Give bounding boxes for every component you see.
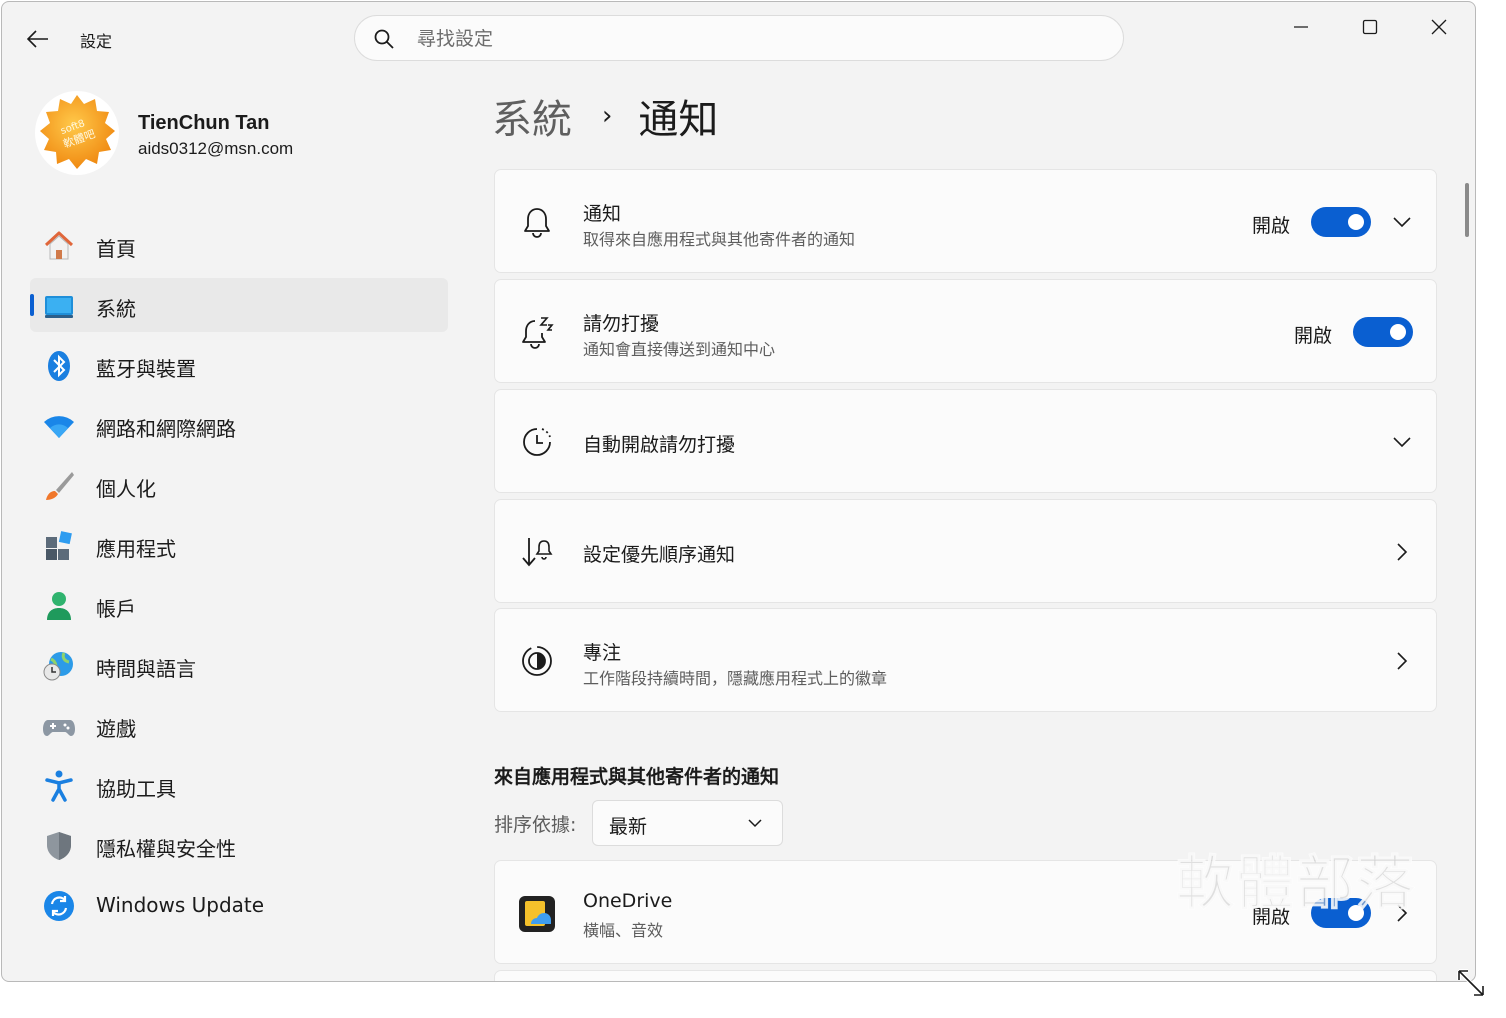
sidebar-item-gaming[interactable]: 遊戲 [30,698,448,752]
minimize-button[interactable] [1278,10,1324,44]
app-notification-row[interactable] [494,970,1437,981]
card-title: 專注 [583,642,622,664]
sidebar-item-label: 個人化 [96,477,156,501]
account-icon [47,592,71,620]
maximize-button[interactable] [1347,10,1393,44]
search-icon [374,29,394,49]
sidebar-item-label: 系統 [96,297,136,321]
focus-icon [522,646,552,676]
app-subtitle: 橫幅、音效 [583,921,664,940]
section-title: 來自應用程式與其他寄件者的通知 [494,766,780,788]
sidebar-item-accessibility[interactable]: 協助工具 [30,758,448,812]
app-title: 設定 [80,32,113,51]
sidebar-item-home[interactable]: 首頁 [30,218,448,272]
sidebar-item-label: 藍牙與裝置 [96,357,196,381]
card-title: 自動開啟請勿打擾 [583,434,736,456]
notifications-toggle[interactable] [1311,207,1371,237]
search-box[interactable] [354,15,1124,61]
sort-value: 最新 [609,816,648,838]
sidebar-item-privacy[interactable]: 隱私權與安全性 [30,818,448,872]
auto-dnd-card[interactable]: 自動開啟請勿打擾 [494,389,1437,493]
sidebar-item-apps[interactable]: 應用程式 [30,518,448,572]
avatar[interactable]: soft8 軟體吧 [35,91,119,175]
breadcrumb: 系統 › 通知 [492,88,718,144]
breadcrumb-separator: › [602,101,613,131]
search-input[interactable] [415,22,1099,56]
selection-indicator [30,294,34,316]
onedrive-app-icon [519,896,555,932]
app-name: OneDrive [583,890,673,912]
sidebar-item-accounts[interactable]: 帳戶 [30,578,448,632]
gamepad-icon [43,720,75,736]
do-not-disturb-card: 請勿打擾 通知會直接傳送到通知中心 開啟 [494,279,1437,383]
priority-sort-icon [522,538,553,567]
apps-icon [46,531,72,560]
card-title: 通知 [583,203,622,225]
sidebar-item-label: 網路和網際網路 [96,417,236,441]
accessibility-icon [45,770,73,802]
card-subtitle: 通知會直接傳送到通知中心 [583,340,776,359]
card-subtitle: 取得來自應用程式與其他寄件者的通知 [583,230,856,249]
user-name: TienChun Tan [138,112,270,134]
sidebar-item-personalization[interactable]: 個人化 [30,458,448,512]
chevron-down-icon [748,819,762,828]
chevron-down-icon[interactable] [1391,211,1413,233]
page-title: 通知 [638,97,719,143]
avatar-badge-icon: soft8 軟體吧 [40,95,115,169]
sidebar-item-label: 首頁 [96,237,136,261]
sidebar-item-label: 時間與語言 [96,657,196,681]
card-title: 設定優先順序通知 [583,544,736,566]
sidebar-item-label: 遊戲 [96,717,136,741]
clock-icon [523,428,551,456]
brush-icon [46,472,74,500]
chevron-down-icon[interactable] [1391,431,1413,453]
maximize-icon [1362,19,1378,35]
card-subtitle: 工作階段持續時間，隱藏應用程式上的徽章 [583,669,888,688]
back-arrow-icon [27,30,48,48]
sidebar-item-label: Windows Update [96,893,265,917]
sidebar-item-network[interactable]: 網路和網際網路 [30,398,448,452]
home-icon [44,231,74,260]
settings-window: 設定 soft8 軟體吧 TienChun Tan aids0312 [1,1,1476,982]
bluetooth-icon [48,351,70,381]
focus-card[interactable]: 專注 工作階段持續時間，隱藏應用程式上的徽章 [494,608,1437,712]
globe-clock-icon [43,652,73,681]
sidebar-item-label: 應用程式 [96,537,176,561]
wifi-icon [44,416,74,438]
scrollbar-thumb[interactable] [1465,183,1469,237]
sidebar-item-label: 帳戶 [96,597,136,621]
resize-cursor-icon [1457,969,1485,997]
priority-notifications-card[interactable]: 設定優先順序通知 [494,499,1437,603]
shield-icon [47,832,71,860]
chevron-right-icon [1397,652,1408,670]
close-button[interactable] [1416,10,1462,44]
watermark-text: 軟體部落 [1175,849,1417,918]
card-title: 請勿打擾 [583,313,660,335]
system-icon [45,296,73,318]
toggle-knob [1348,214,1364,230]
bell-snooze-icon [522,317,554,349]
toggle-knob [1390,324,1406,340]
sort-dropdown[interactable]: 最新 [592,800,783,846]
sidebar-item-system[interactable]: 系統 [30,278,448,332]
toggle-state-label: 開啟 [1294,325,1333,347]
user-email: aids0312@msn.com [138,139,294,158]
sidebar-item-label: 隱私權與安全性 [96,837,236,861]
bell-icon [524,208,550,238]
sidebar-item-time-language[interactable]: 時間與語言 [30,638,448,692]
do-not-disturb-toggle[interactable] [1353,317,1413,347]
breadcrumb-parent[interactable]: 系統 [492,87,572,145]
notifications-card[interactable]: 通知 取得來自應用程式與其他寄件者的通知 開啟 [494,169,1437,273]
sidebar-item-label: 協助工具 [96,777,176,801]
sidebar-item-windows-update[interactable]: Windows Update [30,878,448,932]
sidebar-item-bluetooth[interactable]: 藍牙與裝置 [30,338,448,392]
back-button[interactable] [20,24,56,54]
close-icon [1431,19,1447,35]
chevron-right-icon [1397,543,1408,561]
minimize-icon [1294,26,1308,28]
sort-label: 排序依據: [494,814,577,836]
toggle-state-label: 開啟 [1252,215,1291,237]
update-icon [44,891,74,921]
